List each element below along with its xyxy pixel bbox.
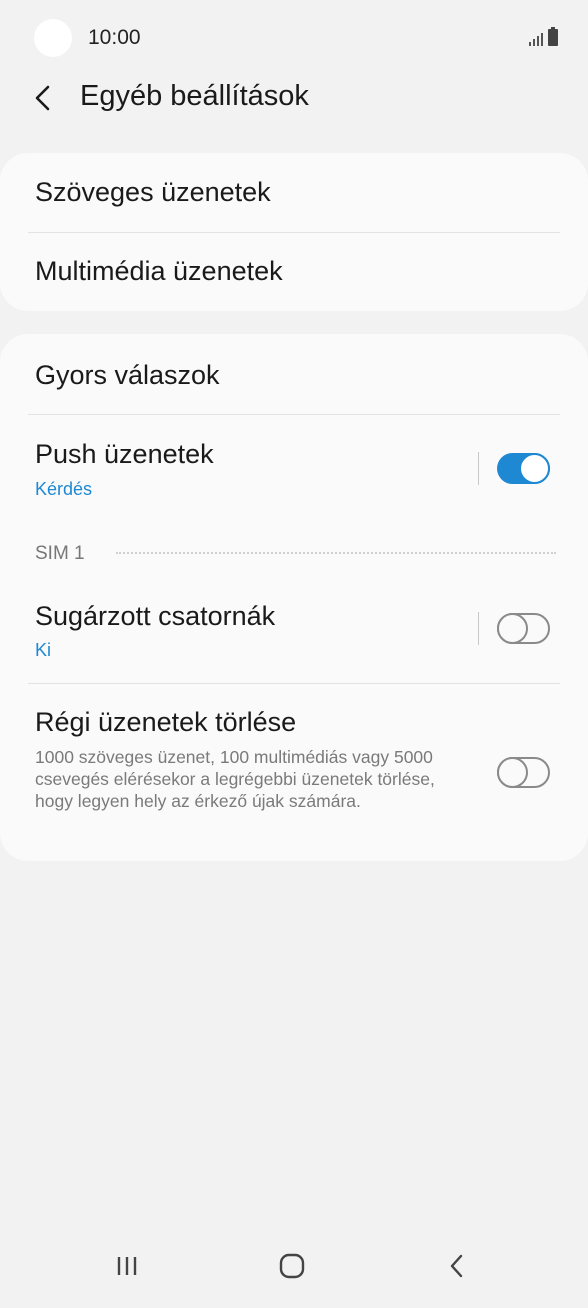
- setting-multimedia-messages[interactable]: Multimédia üzenetek: [0, 233, 588, 311]
- page-title: Egyéb beállítások: [80, 80, 309, 112]
- broadcast-channels-toggle[interactable]: [497, 613, 550, 644]
- setting-sublabel: Kérdés: [35, 479, 93, 499]
- back-chevron-icon[interactable]: [28, 78, 58, 118]
- setting-broadcast-channels[interactable]: Sugárzott csatornák Ki: [0, 577, 588, 683]
- status-icons: [529, 27, 558, 46]
- setting-push-messages[interactable]: Push üzenetek Kérdés: [0, 415, 588, 525]
- setting-text-messages[interactable]: Szöveges üzenetek: [0, 153, 588, 232]
- toggle-knob: [497, 613, 528, 644]
- setting-description: 1000 szöveges üzenet, 100 multimédiás va…: [35, 747, 435, 811]
- toggle-knob: [519, 453, 550, 484]
- setting-label: Multimédia üzenetek: [35, 256, 283, 286]
- notification-dot-icon: [34, 19, 72, 57]
- setting-quick-replies[interactable]: Gyors válaszok: [0, 334, 588, 414]
- toggle-knob: [497, 757, 528, 788]
- battery-icon: [548, 27, 558, 46]
- setting-delete-old-messages[interactable]: Régi üzenetek törlése 1000 szöveges üzen…: [0, 684, 588, 861]
- setting-label: Gyors válaszok: [35, 360, 220, 390]
- vertical-separator: [478, 612, 479, 645]
- status-time: 10:00: [88, 26, 141, 49]
- back-icon[interactable]: [432, 1248, 482, 1284]
- home-icon[interactable]: [267, 1248, 317, 1284]
- setting-label: Régi üzenetek törlése: [35, 707, 297, 737]
- status-bar: 10:00: [0, 0, 588, 76]
- push-messages-toggle[interactable]: [497, 453, 550, 484]
- setting-sublabel: Ki: [35, 640, 52, 660]
- settings-card-other: Gyors válaszok Push üzenetek Kérdés SIM …: [0, 334, 588, 861]
- section-dotted-line: [116, 552, 556, 554]
- setting-label: Sugárzott csatornák: [35, 601, 276, 631]
- navigation-bar: [0, 1228, 588, 1308]
- vertical-separator: [478, 452, 479, 485]
- section-header-sim1: SIM 1: [35, 543, 85, 564]
- setting-label: Push üzenetek: [35, 439, 214, 469]
- screen: 10:00 Egyéb beállítások Szöveges üzenete…: [0, 0, 588, 1308]
- setting-label: Szöveges üzenetek: [35, 177, 271, 207]
- settings-card-messages: Szöveges üzenetek Multimédia üzenetek: [0, 153, 588, 311]
- signal-icon: [529, 30, 543, 46]
- recents-icon[interactable]: [102, 1248, 152, 1284]
- delete-old-messages-toggle[interactable]: [497, 757, 550, 788]
- app-header: Egyéb beállítások: [0, 70, 588, 126]
